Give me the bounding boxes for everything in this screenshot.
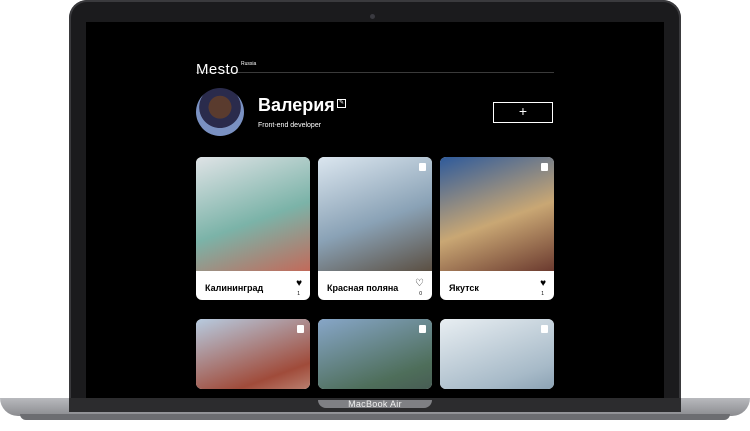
pencil-icon: ✎ — [338, 100, 345, 106]
heart-outline-icon: ♡ — [415, 278, 424, 289]
card-title: Красная поляна — [327, 283, 399, 293]
logo: Mesto — [196, 61, 239, 78]
page-header: Mesto Russia — [196, 42, 554, 78]
card-photo[interactable] — [318, 319, 432, 389]
heart-icon: ♥ — [296, 278, 302, 289]
edit-profile-button[interactable]: ✎ — [337, 99, 346, 108]
card-3 — [196, 319, 310, 389]
profile-name: Валерия — [258, 95, 335, 115]
card-photo[interactable] — [196, 157, 310, 271]
screen: Mesto Russia Валерия ✎ Front-end develop… — [86, 22, 664, 398]
like-button[interactable]: ♥ — [296, 279, 302, 289]
card-photo[interactable] — [196, 319, 310, 389]
card-photo[interactable] — [440, 157, 554, 271]
like-button[interactable]: ♥ — [540, 279, 546, 289]
avatar[interactable] — [196, 88, 244, 136]
card-title: Калининград — [205, 283, 264, 293]
laptop-base-shadow — [20, 414, 730, 420]
trash-icon[interactable] — [297, 325, 304, 333]
card-0: Калининград ♥ 1 — [196, 157, 310, 300]
card-2: Якутск ♥ 1 — [440, 157, 554, 300]
logo-superscript: Russia — [241, 61, 257, 67]
trash-icon[interactable] — [541, 325, 548, 333]
add-card-button[interactable]: + — [493, 102, 553, 123]
trash-icon[interactable] — [419, 163, 426, 171]
camera-icon — [370, 14, 375, 19]
card-photo[interactable] — [318, 157, 432, 271]
device-label: MacBook Air — [348, 399, 402, 409]
card-5 — [440, 319, 554, 389]
profile: Валерия ✎ Front-end developer + — [196, 88, 554, 138]
like-count: 0 — [419, 291, 422, 297]
profile-job: Front-end developer — [258, 122, 322, 129]
trash-icon[interactable] — [541, 163, 548, 171]
card-1: Красная поляна ♡ 0 — [318, 157, 432, 300]
card-photo[interactable] — [440, 319, 554, 389]
heart-icon: ♥ — [540, 278, 546, 289]
card-4 — [318, 319, 432, 389]
like-count: 1 — [541, 291, 544, 297]
trash-icon[interactable] — [419, 325, 426, 333]
card-title: Якутск — [449, 283, 479, 293]
like-button[interactable]: ♡ — [415, 279, 424, 289]
like-count: 1 — [297, 291, 300, 297]
